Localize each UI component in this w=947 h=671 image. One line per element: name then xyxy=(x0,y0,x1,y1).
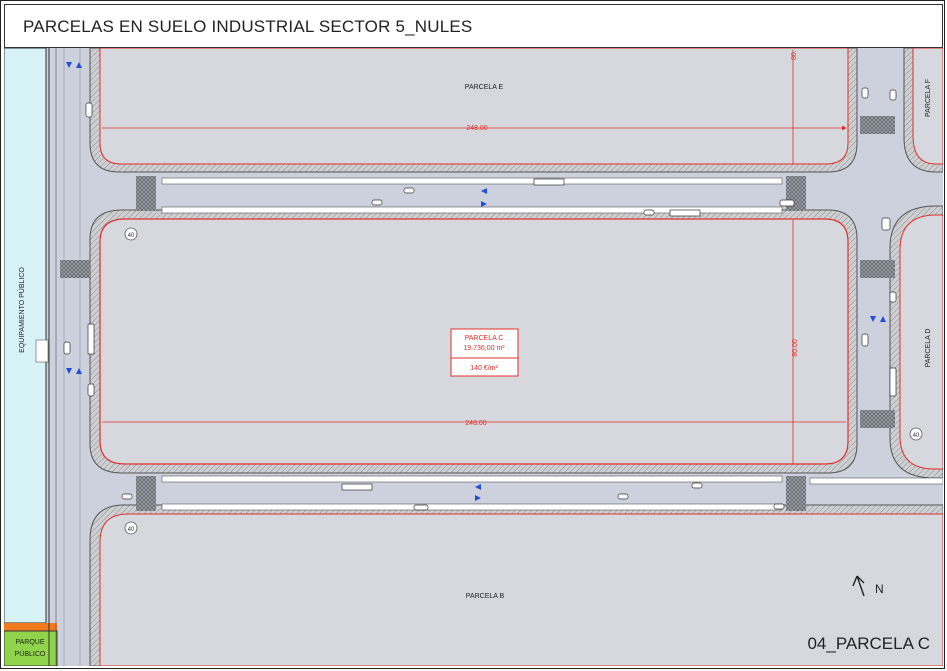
north-label: N xyxy=(875,582,884,596)
speed-sign-2: 40 xyxy=(913,433,920,439)
site-plan: EQUIPAMIENTO PÚBLICO PARQUE PÚBLICO PARC… xyxy=(4,48,943,666)
title-bar: PARCELAS EN SUELO INDUSTRIAL SECTOR 5_NU… xyxy=(4,4,943,48)
dim-depth-c: 80.00 xyxy=(792,339,799,357)
parcel-c[interactable]: 248.00 80.00 PARCELA C 19.736,00 m² 140 … xyxy=(89,209,858,474)
dim-width-c: 248.00 xyxy=(465,420,487,427)
map-sheet: PARCELAS EN SUELO INDUSTRIAL SECTOR 5_NU… xyxy=(0,0,945,669)
parque-label-2: PÚBLICO xyxy=(15,649,46,658)
sheet-title: PARCELAS EN SUELO INDUSTRIAL SECTOR 5_NU… xyxy=(23,17,473,36)
parcel-b-label: PARCELA B xyxy=(466,593,505,600)
parcel-f-label: PARCELA F xyxy=(925,79,932,117)
parcel-c-area: 19.736,00 m² xyxy=(463,345,505,352)
parcel-c-price: 140 €/m² xyxy=(470,365,498,372)
parcel-f[interactable]: PARCELA F xyxy=(903,48,943,173)
equipamiento-label: EQUIPAMIENTO PÚBLICO xyxy=(17,267,26,353)
parcel-e[interactable]: PARCELA E 248.00 80. xyxy=(89,48,858,173)
dim-width-top: 248.00 xyxy=(466,125,488,132)
parcel-c-name: PARCELA C xyxy=(465,335,504,342)
speed-sign-3: 40 xyxy=(128,527,135,533)
sheet-number: 04_PARCELA C xyxy=(807,634,930,653)
svg-text:80.: 80. xyxy=(791,50,798,60)
speed-sign-1: 40 xyxy=(128,233,135,239)
parcel-d[interactable]: PARCELA D 40 xyxy=(889,205,943,479)
parcel-d-label: PARCELA D xyxy=(925,329,932,368)
parque-label-1: PARQUE xyxy=(15,639,44,646)
parcel-e-label: PARCELA E xyxy=(465,84,504,91)
